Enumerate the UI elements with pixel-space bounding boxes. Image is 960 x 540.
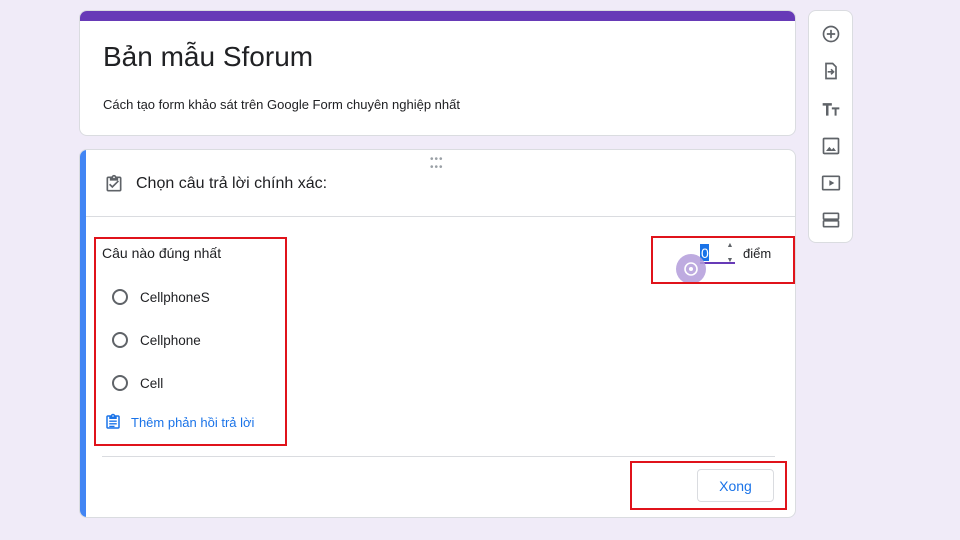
- add-question-icon[interactable]: [820, 23, 842, 45]
- floating-toolbar: [808, 10, 853, 243]
- question-text: Câu nào đúng nhất: [102, 245, 222, 261]
- assignment-check-icon: [106, 174, 122, 192]
- sforum-watermark-icon: [676, 254, 706, 284]
- radio-button[interactable]: [112, 332, 128, 348]
- option-label: CellphoneS: [140, 289, 210, 305]
- add-section-icon[interactable]: [820, 209, 842, 231]
- points-unit-label: điểm: [743, 246, 772, 261]
- radio-button[interactable]: [112, 375, 128, 391]
- answer-option[interactable]: CellphoneS: [112, 287, 210, 307]
- add-video-icon[interactable]: [820, 172, 842, 194]
- add-answer-feedback-link[interactable]: Thêm phản hồi trả lời: [104, 412, 254, 432]
- add-image-icon[interactable]: [820, 135, 842, 157]
- form-description[interactable]: Cách tạo form khảo sát trên Google Form …: [103, 97, 460, 112]
- feedback-clipboard-icon: [106, 413, 120, 429]
- option-label: Cellphone: [140, 332, 201, 348]
- form-title[interactable]: Bản mẫu Sforum: [103, 41, 313, 73]
- divider: [86, 216, 795, 217]
- stepper-down-icon[interactable]: ▼: [727, 257, 734, 264]
- question-card: ••• ••• Chọn câu trả lời chính xác: Câu n…: [79, 149, 796, 518]
- divider: [102, 456, 775, 457]
- option-label: Cell: [140, 375, 164, 391]
- drag-handle-icon[interactable]: ••• •••: [430, 155, 444, 173]
- points-stepper[interactable]: ▲ ▼: [724, 242, 736, 264]
- active-card-indicator: [80, 150, 86, 517]
- theme-accent-bar: [80, 11, 795, 21]
- answer-option[interactable]: Cellphone: [112, 330, 201, 350]
- answer-key-title: Chọn câu trả lời chính xác:: [136, 175, 328, 192]
- answer-option[interactable]: Cell: [112, 373, 163, 393]
- stepper-up-icon[interactable]: ▲: [727, 242, 734, 249]
- import-questions-icon[interactable]: [820, 60, 842, 82]
- radio-button[interactable]: [112, 289, 128, 305]
- add-title-icon[interactable]: [820, 98, 842, 120]
- add-feedback-label: Thêm phản hồi trả lời: [131, 414, 255, 430]
- watermark-glyph-icon: [684, 262, 698, 276]
- form-header-card: Bản mẫu Sforum Cách tạo form khảo sát tr…: [79, 10, 796, 136]
- done-button[interactable]: Xong: [697, 469, 774, 502]
